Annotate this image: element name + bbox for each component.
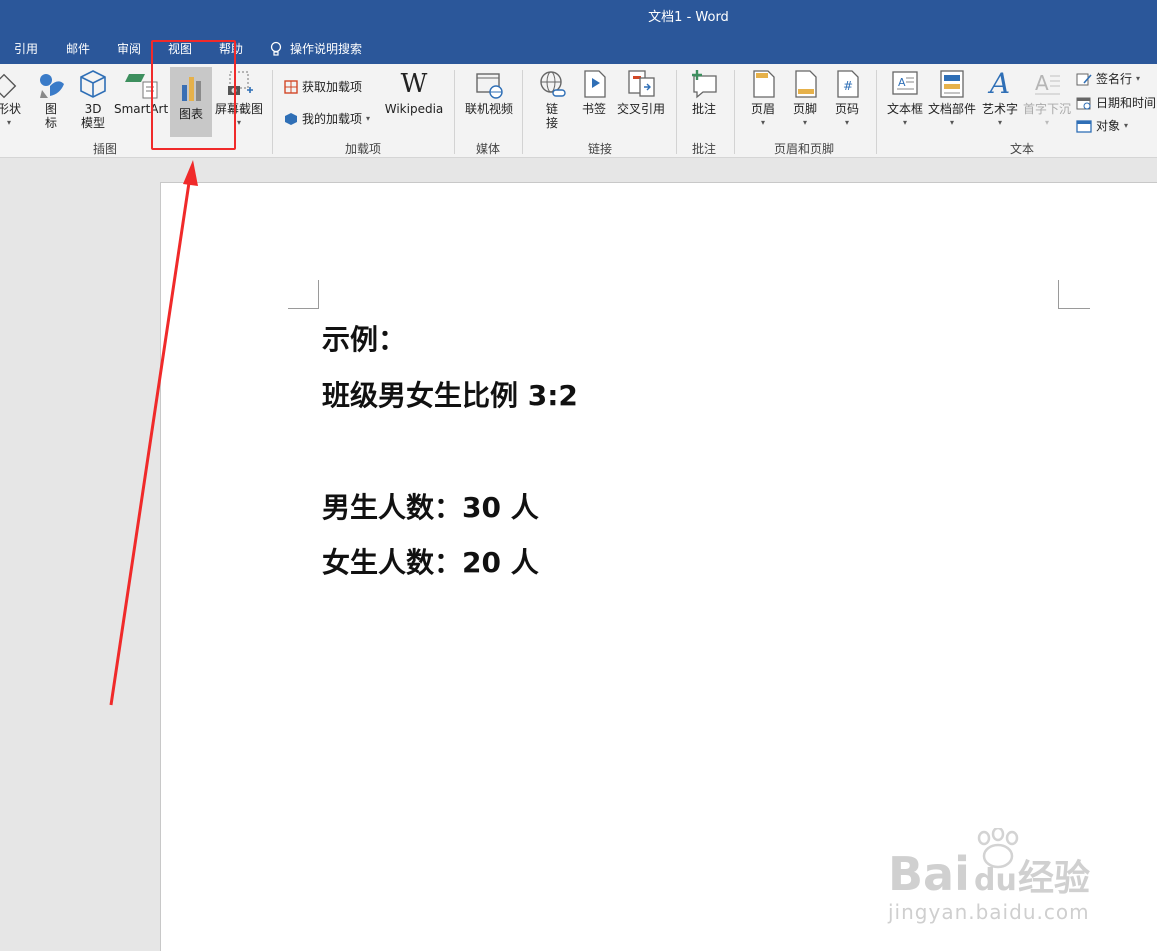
watermark-url: jingyan.baidu.com	[888, 900, 1090, 924]
baidu-watermark-logo: Bai du 经验	[888, 826, 1157, 902]
watermark-brand: Bai	[888, 847, 970, 898]
watermark-cn: 经验	[1018, 858, 1090, 898]
watermark-brand-2: du	[974, 863, 1017, 898]
word-window: 文档1 - Word 引用 邮件 审阅 视图 帮助 操作说明搜索 形状 ▾ 图 …	[0, 0, 1157, 951]
baidu-paw-icon: Bai du 经验	[888, 826, 1090, 901]
red-arrow-icon	[109, 160, 198, 706]
